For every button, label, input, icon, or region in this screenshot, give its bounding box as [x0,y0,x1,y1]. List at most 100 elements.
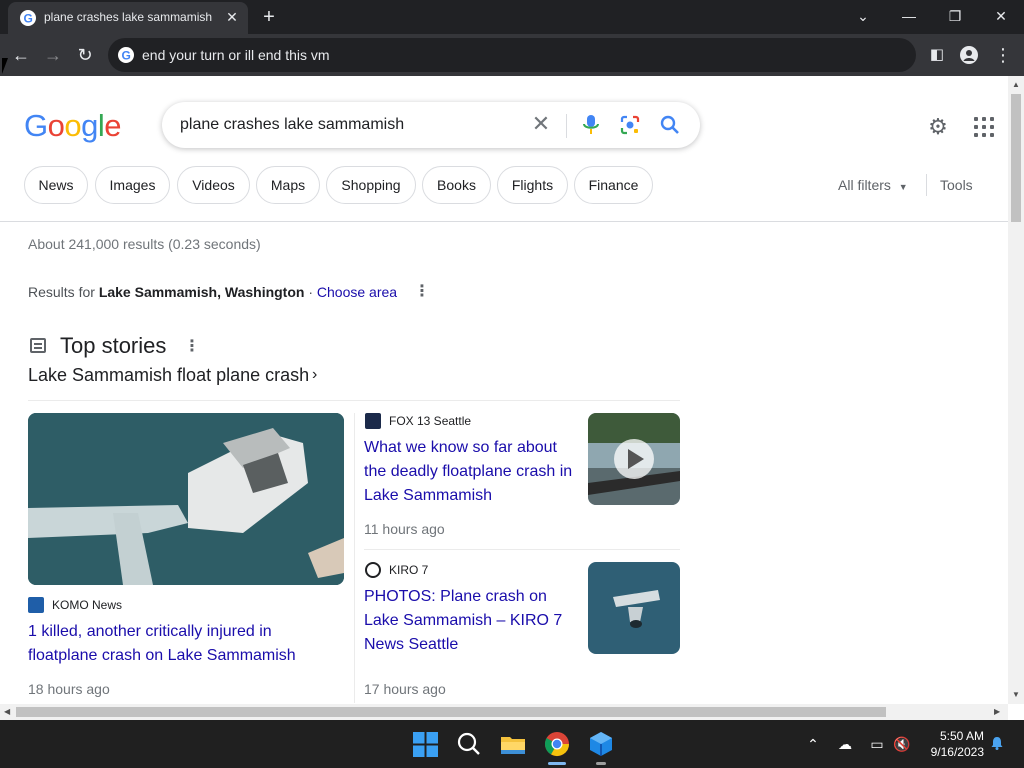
chevron-right-icon[interactable]: › [312,366,317,384]
top-stories-subtitle-link[interactable]: Lake Sammamish float plane crash [28,365,309,386]
svg-text:G: G [122,49,131,63]
results-for-location: Results for Lake Sammamish, Washington ·… [28,284,397,300]
restore-button[interactable]: ❐ [942,5,968,27]
results-for-prefix: Results for [28,284,95,300]
chip-finance[interactable]: Finance [574,166,653,204]
taskbar-search-icon[interactable] [453,728,485,760]
google-search-engine-icon: G [118,47,134,63]
new-tab-button[interactable]: + [258,6,280,28]
kiro7-logo-icon [365,562,381,578]
onedrive-cloud-icon[interactable]: ☁ [836,735,854,753]
google-apps-icon[interactable] [972,115,996,139]
location-name: Lake Sammamish, Washington [98,284,305,300]
lens-search-icon[interactable] [620,115,640,135]
story-time: 11 hours ago [364,521,445,537]
story-row-divider [364,549,680,550]
section-divider [28,400,680,401]
address-bar[interactable]: G end your turn or ill end this vm [108,38,916,72]
logo-letter: e [104,108,122,143]
windows-start-icon[interactable] [410,728,442,760]
google-logo[interactable]: Google [24,108,122,144]
story-video-thumbnail[interactable] [588,413,680,505]
volume-muted-icon[interactable]: 🔇 [893,735,911,753]
story-time: 18 hours ago [28,681,110,697]
fox13-logo-icon [365,413,381,429]
logo-letter: G [24,108,48,143]
notification-bell-icon[interactable] [988,735,1006,753]
scroll-left-arrow-icon[interactable]: ◀ [4,707,10,716]
story-headline-link[interactable]: 1 killed, another critically injured in … [28,620,344,668]
search-submit-icon[interactable] [660,115,680,135]
taskbar-clock[interactable]: 5:50 AM 9/16/2023 [918,728,984,760]
tab-title: plane crashes lake sammamish - [44,10,214,24]
vertical-scrollbar-thumb[interactable] [1011,94,1021,222]
story-headline-link[interactable]: What we know so far about the deadly flo… [364,436,574,508]
logo-letter: o [64,108,82,143]
result-stats: About 241,000 results (0.23 seconds) [28,236,261,252]
profile-icon[interactable] [956,42,982,68]
svg-text:G: G [24,12,33,26]
chip-shopping[interactable]: Shopping [326,166,416,204]
chip-news[interactable]: News [24,166,88,204]
chip-images[interactable]: Images [95,166,170,204]
mouse-cursor-icon [2,58,14,74]
show-hidden-icons-chevron-icon[interactable]: ⌃ [804,735,822,753]
app-package-icon[interactable] [585,728,617,760]
filters-divider [926,174,927,196]
tab-close-icon[interactable]: ✕ [224,9,240,25]
tools-button[interactable]: Tools [940,177,973,193]
file-explorer-icon[interactable] [497,728,529,760]
network-icon[interactable]: ▭ [868,735,886,753]
source-name: KIRO 7 [389,563,429,577]
story-source: KOMO News [28,597,122,613]
story-image-crash-aerial[interactable] [588,562,680,654]
chip-videos[interactable]: Videos [177,166,250,204]
clock-time: 5:50 AM [939,729,984,743]
chrome-taskbar-icon[interactable] [541,728,573,760]
clear-search-icon[interactable]: ✕ [530,113,552,135]
komo-logo-icon [28,597,44,613]
running-app-indicator [596,762,606,765]
search-query[interactable]: plane crashes lake sammamish [180,116,404,134]
horizontal-scrollbar-thumb[interactable] [16,707,886,717]
search-divider [566,114,567,138]
story-image-boat[interactable] [28,413,344,585]
voice-search-icon[interactable] [582,114,600,136]
google-favicon-icon: G [20,10,36,26]
active-app-indicator [548,762,566,765]
scroll-down-arrow-icon[interactable]: ▼ [1012,690,1020,699]
choose-area-link[interactable]: Choose area [317,284,397,300]
scroll-up-arrow-icon[interactable]: ▲ [1012,80,1020,89]
search-box[interactable]: plane crashes lake sammamish ✕ [162,102,700,148]
logo-letter: g [81,108,98,143]
source-name: KOMO News [52,598,123,612]
tab-search-icon[interactable]: ⌄ [850,5,876,27]
chrome-menu-icon[interactable]: ⋮ [990,42,1016,68]
story-source: KIRO 7 [365,562,428,578]
browser-tab[interactable]: G plane crashes lake sammamish - ✕ [8,2,248,34]
logo-letter: o [47,108,65,143]
reload-button[interactable]: ↻ [72,42,98,68]
settings-gear-icon[interactable]: ⚙ [926,115,950,139]
close-window-button[interactable]: ✕ [988,5,1014,27]
story-column-divider [354,413,355,703]
all-filters-button[interactable]: All filters ▼ [838,177,908,193]
side-panel-icon[interactable]: ◧ [924,42,950,68]
top-stories-title: Top stories [60,333,167,358]
location-options-icon[interactable]: ⋮ [414,284,430,300]
chip-books[interactable]: Books [422,166,491,204]
top-stories-options-icon[interactable]: ⋮ [184,339,200,355]
location-separator: · [308,284,314,300]
header-divider [0,221,1008,222]
newspaper-icon [30,338,46,353]
minimize-button[interactable]: — [896,5,922,27]
forward-button[interactable]: → [40,42,66,68]
address-text: end your turn or ill end this vm [142,47,330,63]
story-headline-link[interactable]: PHOTOS: Plane crash on Lake Sammamish – … [364,585,579,657]
dropdown-arrow-icon: ▼ [898,182,908,192]
story-source: FOX 13 Seattle [365,413,471,429]
scroll-right-arrow-icon[interactable]: ▶ [994,707,1000,716]
source-name: FOX 13 Seattle [389,414,472,428]
chip-maps[interactable]: Maps [256,166,320,204]
chip-flights[interactable]: Flights [497,166,568,204]
